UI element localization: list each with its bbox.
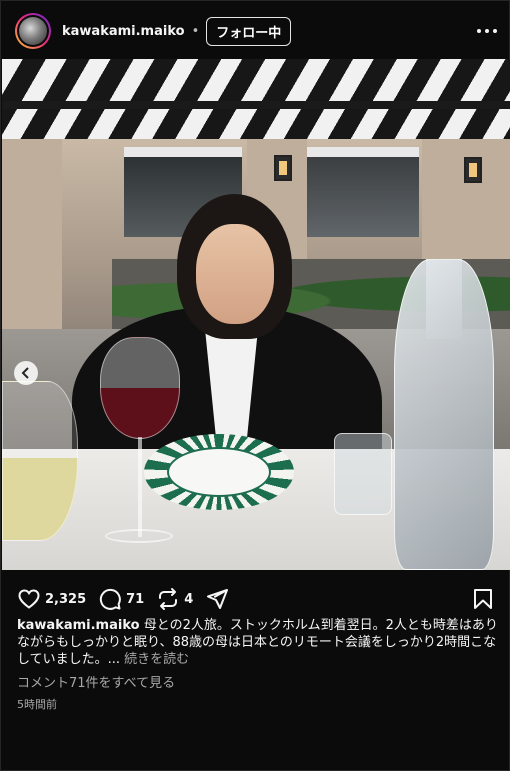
post-header: kawakami.maiko • フォロー中 xyxy=(1,1,510,61)
post-photo[interactable] xyxy=(2,59,510,570)
following-button[interactable]: フォロー中 xyxy=(206,16,292,46)
avatar-image xyxy=(19,17,47,45)
white-wine-glass xyxy=(2,381,78,541)
chevron-left-icon[interactable] xyxy=(14,361,38,385)
striped-awning xyxy=(2,59,510,139)
comment-bubble-icon xyxy=(99,588,121,610)
plate-center xyxy=(167,447,271,497)
person-face xyxy=(196,224,274,324)
like-button[interactable]: 2,325 xyxy=(17,587,86,611)
send-icon xyxy=(207,589,229,609)
view-all-comments-link[interactable]: コメント71件をすべて見る xyxy=(17,672,175,691)
awning-frame xyxy=(2,101,510,109)
read-more-link[interactable]: 続きを読む xyxy=(124,652,189,667)
comment-button[interactable]: 71 xyxy=(98,587,144,611)
wall-lamp-left xyxy=(274,155,292,181)
separator-dot: • xyxy=(191,23,200,39)
comment-count: 71 xyxy=(126,591,145,607)
repost-icon xyxy=(159,588,178,610)
photo-window-right xyxy=(307,147,419,237)
avatar[interactable] xyxy=(15,13,51,49)
water-carafe xyxy=(394,259,494,570)
username[interactable]: kawakami.maiko xyxy=(62,24,185,39)
photo-pillar-left xyxy=(2,139,62,339)
avatar-ring xyxy=(17,15,49,47)
post-timestamp[interactable]: 5時間前 xyxy=(17,696,57,712)
red-wine-glass-base xyxy=(105,529,173,543)
like-count[interactable]: 2,325 xyxy=(45,592,86,607)
more-options-icon[interactable] xyxy=(477,21,497,41)
water-glass xyxy=(334,433,392,515)
post-card: kawakami.maiko • フォロー中 2,325 71 4 kawaka… xyxy=(0,0,510,771)
wall-lamp-right xyxy=(464,157,482,183)
red-wine-glass-stem xyxy=(138,437,142,537)
post-caption: kawakami.maiko 母との2人旅。ストックホルム到着翌日。2人とも時差… xyxy=(17,617,501,668)
share-button[interactable] xyxy=(205,587,229,611)
caption-username[interactable]: kawakami.maiko xyxy=(17,618,140,633)
repost-count: 4 xyxy=(184,591,194,607)
action-bar: 2,325 71 4 xyxy=(17,585,241,613)
red-wine-glass xyxy=(100,337,180,439)
repost-button[interactable]: 4 xyxy=(156,587,193,611)
heart-icon xyxy=(18,589,40,609)
patterned-plate xyxy=(144,434,294,510)
bookmark-icon[interactable] xyxy=(471,587,495,611)
